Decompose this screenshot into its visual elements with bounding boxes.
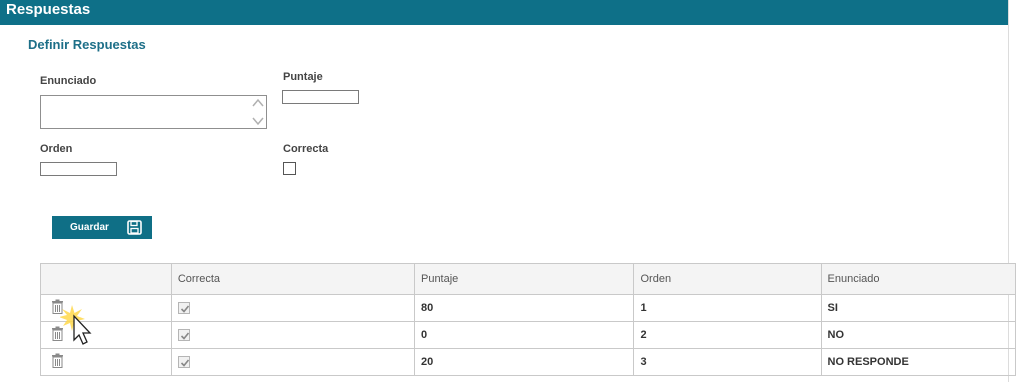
row-actions-cell [40, 348, 172, 376]
save-button-label: Guardar [70, 222, 109, 233]
textarea-scroll-arrows[interactable] [251, 97, 265, 127]
column-header-enunciado[interactable]: Enunciado [820, 263, 1016, 295]
mouse-cursor-highlight [60, 305, 92, 345]
table-row[interactable]: 80 1 SI [40, 294, 1016, 322]
table-row[interactable]: 20 3 NO RESPONDE [40, 348, 1016, 376]
column-header-puntaje[interactable]: Puntaje [413, 263, 635, 295]
correcta-checkbox[interactable] [283, 162, 296, 175]
row-correcta-cell [170, 321, 415, 349]
window-title-bar: Respuestas [0, 0, 1008, 25]
enunciado-textarea[interactable] [40, 95, 267, 129]
row-puntaje-cell: 20 [413, 348, 635, 376]
row-correcta-cell [170, 348, 415, 376]
column-header-orden[interactable]: Orden [633, 263, 822, 295]
row-puntaje-cell: 80 [413, 294, 635, 322]
column-header-actions [40, 263, 172, 295]
column-header-correcta[interactable]: Correcta [170, 263, 415, 295]
answers-table: Correcta Puntaje Orden Enunciado 80 1 SI… [40, 263, 1016, 376]
row-orden-cell: 1 [633, 294, 822, 322]
correcta-label: Correcta [283, 143, 329, 155]
correcta-checked-icon [177, 302, 190, 315]
row-enunciado-cell: NO RESPONDE [820, 348, 1016, 376]
orden-label: Orden [40, 143, 73, 155]
row-enunciado-cell: SI [820, 294, 1016, 322]
trash-icon[interactable] [51, 353, 64, 368]
orden-input[interactable] [40, 162, 117, 176]
correcta-checked-icon [177, 356, 190, 369]
row-orden-cell: 2 [633, 321, 822, 349]
row-orden-cell: 3 [633, 348, 822, 376]
puntaje-input[interactable] [282, 90, 359, 104]
section-title: Definir Respuestas [28, 37, 146, 52]
save-button[interactable]: Guardar [52, 216, 152, 239]
window-title: Respuestas [6, 1, 91, 18]
floppy-disk-icon [127, 220, 142, 235]
row-puntaje-cell: 0 [413, 321, 635, 349]
table-header-row: Correcta Puntaje Orden Enunciado [40, 263, 1016, 295]
enunciado-label: Enunciado [40, 75, 97, 87]
correcta-checked-icon [177, 329, 190, 342]
table-row[interactable]: 0 2 NO [40, 321, 1016, 349]
row-enunciado-cell: NO [820, 321, 1016, 349]
row-correcta-cell [170, 294, 415, 322]
puntaje-label: Puntaje [283, 71, 323, 83]
